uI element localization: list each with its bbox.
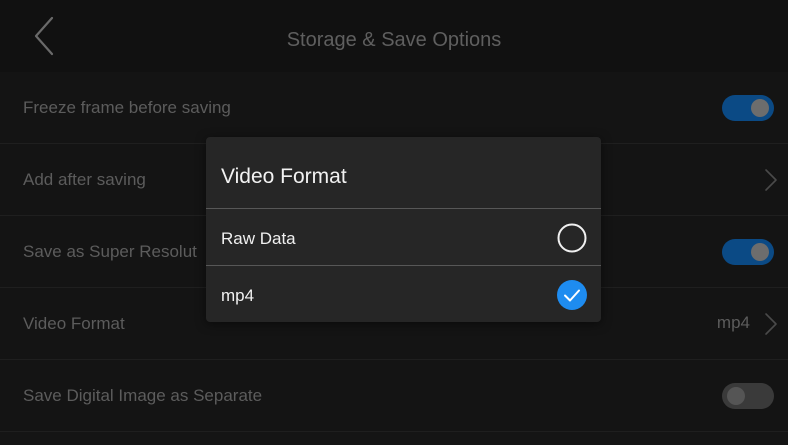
- option-raw-data[interactable]: Raw Data: [206, 209, 601, 265]
- setting-label: Freeze frame before saving: [23, 98, 231, 117]
- page-title: Storage & Save Options: [286, 29, 502, 51]
- chevron-right-icon: [765, 169, 777, 191]
- super-resolution-toggle[interactable]: [722, 239, 774, 265]
- freeze-frame-toggle[interactable]: [722, 95, 774, 121]
- dialog-title: Video Format: [221, 165, 347, 188]
- digital-image-toggle[interactable]: [722, 383, 774, 409]
- option-mp4[interactable]: mp4: [206, 266, 601, 322]
- video-format-dialog: Video Format Raw Data mp4: [206, 137, 601, 322]
- header-bar: Storage & Save Options: [0, 0, 788, 73]
- chevron-right-icon: [765, 313, 777, 335]
- setting-label: Video Format: [23, 314, 125, 333]
- option-label: Raw Data: [221, 229, 296, 248]
- option-label: mp4: [221, 286, 255, 305]
- toggle-knob: [751, 243, 769, 261]
- toggle-knob: [751, 99, 769, 117]
- storage-save-options-screen: Storage & Save Options Freeze frame befo…: [0, 0, 788, 445]
- setting-row-freeze-frame[interactable]: Freeze frame before saving: [0, 72, 788, 144]
- radio-unchecked-icon[interactable]: [557, 223, 587, 253]
- video-format-value: mp4: [716, 313, 750, 332]
- setting-label: Save as Super Resolut: [23, 242, 197, 261]
- setting-label: Add after saving: [23, 170, 146, 189]
- setting-row-digital-image[interactable]: Save Digital Image as Separate: [0, 360, 788, 432]
- setting-label: Save Digital Image as Separate: [23, 386, 263, 405]
- check-circle-icon[interactable]: [557, 280, 587, 310]
- toggle-knob: [727, 387, 745, 405]
